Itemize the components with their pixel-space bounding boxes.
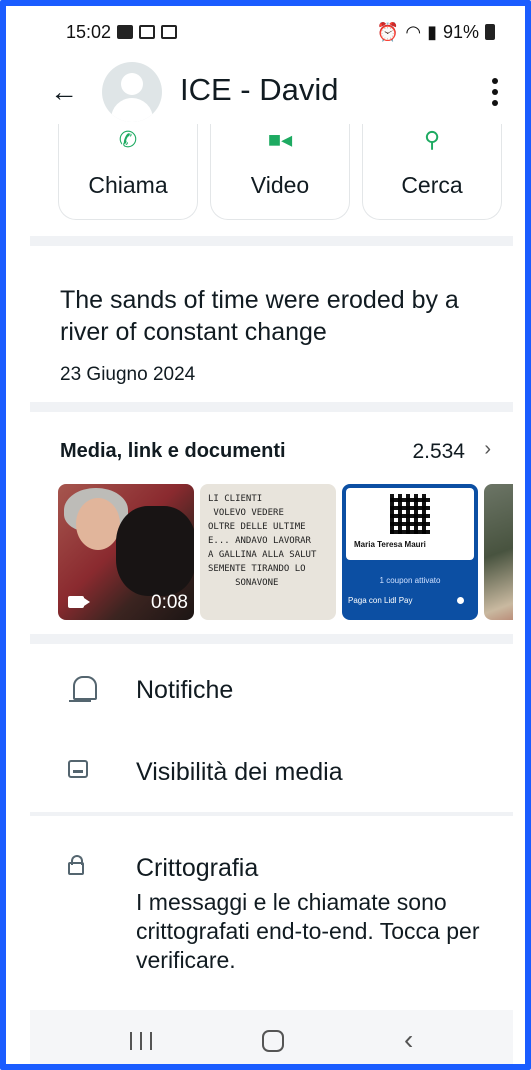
media-section-title[interactable]: Media, link e documenti <box>60 440 286 463</box>
status-time: 15:02 <box>66 21 112 42</box>
handwritten-note: LI CLIENTI VOLEVO VEDERE OLTRE DELLE ULT… <box>208 494 317 588</box>
media-thumbnail-card[interactable]: Maria Teresa Mauri 1 coupon attivato Pag… <box>342 484 478 620</box>
about-date: 23 Giugno 2024 <box>60 364 196 385</box>
home-icon[interactable] <box>262 1030 284 1052</box>
media-visibility-label: Visibilità dei media <box>136 758 343 786</box>
video-button[interactable]: ■◂ Video <box>210 124 350 220</box>
system-nav-bar: ‹ <box>30 1010 513 1064</box>
section-divider <box>30 402 513 412</box>
media-thumbnail-video[interactable]: 0:08 <box>58 484 194 620</box>
status-bar: 15:02 ⏰ ◠ ▮ 91% <box>30 12 513 52</box>
recent-apps-icon[interactable] <box>130 1032 152 1050</box>
avatar[interactable] <box>102 62 162 122</box>
qr-code <box>390 494 430 534</box>
search-icon: ⚲ <box>423 127 441 152</box>
avatar-body <box>111 98 153 122</box>
search-label: Cerca <box>401 172 463 198</box>
lock-icon <box>68 855 84 875</box>
screen: 15:02 ⏰ ◠ ▮ 91% ← ICE - David ✆ Chiama ■… <box>30 12 513 1064</box>
video-duration: 0:08 <box>151 592 188 613</box>
search-button[interactable]: ⚲ Cerca <box>362 124 502 220</box>
battery-icon <box>485 24 495 40</box>
video-icon: ■◂ <box>267 127 293 152</box>
loyalty-card: Maria Teresa Mauri <box>346 488 474 560</box>
video-label: Video <box>250 172 310 198</box>
status-right: ⏰ ◠ ▮ 91% <box>377 22 495 43</box>
back-nav-icon[interactable]: ‹ <box>404 1026 413 1054</box>
phone-icon: ✆ <box>118 127 138 152</box>
media-count[interactable]: 2.534 <box>412 440 465 464</box>
image-icon <box>68 760 88 778</box>
calendar-notification-icon <box>139 25 156 39</box>
alarm-icon: ⏰ <box>376 21 400 42</box>
toggle-dot <box>457 597 464 604</box>
more-options-icon[interactable] <box>491 78 499 106</box>
notifications-label: Notifiche <box>136 676 234 704</box>
calendar-notification-icon-2 <box>161 25 178 39</box>
video-camera-icon <box>68 596 90 608</box>
media-thumbnails: 0:08 LI CLIENTI VOLEVO VEDERE OLTRE DELL… <box>58 484 513 620</box>
section-divider <box>30 812 513 816</box>
back-arrow-icon[interactable]: ← <box>50 78 78 106</box>
photo-detail <box>116 506 194 596</box>
chevron-right-icon[interactable]: › <box>484 438 491 461</box>
status-left: 15:02 <box>66 21 178 43</box>
encryption-description[interactable]: I messaggi e le chiamate sono crittograf… <box>136 888 496 975</box>
notifications-row[interactable]: Notifiche <box>30 662 513 716</box>
avatar-head <box>121 73 143 95</box>
card-pay-text: Paga con Lidl Pay <box>348 596 413 605</box>
signal-icon: ▮ <box>427 21 437 42</box>
wifi-icon: ◠ <box>405 21 422 42</box>
about-text[interactable]: The sands of time were eroded by a river… <box>60 284 500 348</box>
section-divider <box>30 236 513 246</box>
media-visibility-row[interactable]: Visibilità dei media <box>30 744 513 798</box>
call-button[interactable]: ✆ Chiama <box>58 124 198 220</box>
encryption-label: Crittografia <box>136 854 259 882</box>
gallery-notification-icon <box>117 25 134 39</box>
card-coupon-text: 1 coupon attivato <box>379 576 441 585</box>
media-thumbnail-note[interactable]: LI CLIENTI VOLEVO VEDERE OLTRE DELLE ULT… <box>200 484 336 620</box>
bell-icon <box>69 676 97 702</box>
media-thumbnail-photo[interactable] <box>484 484 513 620</box>
section-divider <box>30 634 513 644</box>
contact-header: ← ICE - David <box>30 56 513 128</box>
action-buttons: ✆ Chiama ■◂ Video ⚲ Cerca <box>30 124 513 222</box>
call-label: Chiama <box>88 172 168 198</box>
battery-percent: 91% <box>442 21 479 42</box>
card-holder-name: Maria Teresa Mauri <box>354 540 426 549</box>
device-frame: 15:02 ⏰ ◠ ▮ 91% ← ICE - David ✆ Chiama ■… <box>0 0 531 1070</box>
photo-detail <box>76 498 120 550</box>
contact-name[interactable]: ICE - David <box>180 72 338 108</box>
